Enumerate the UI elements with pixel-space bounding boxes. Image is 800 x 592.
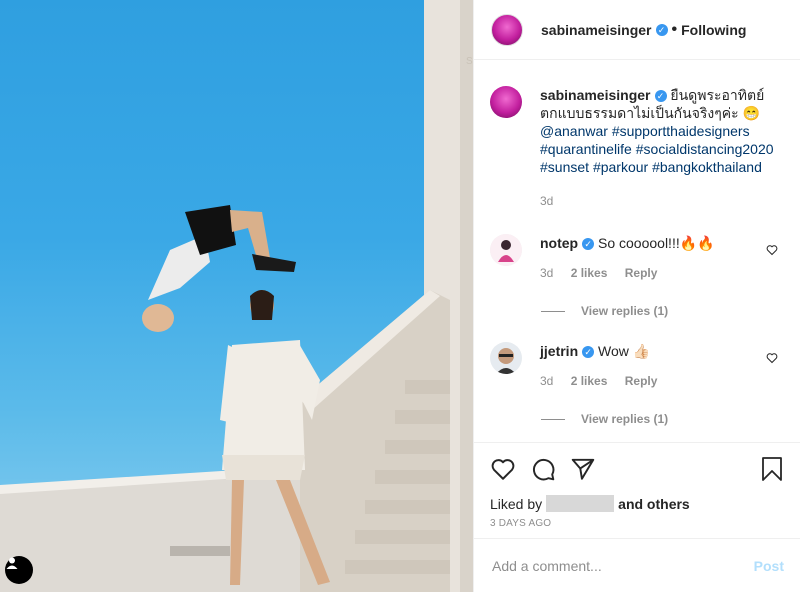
svg-text:S: S	[466, 56, 473, 67]
liked-by-others[interactable]: and others	[618, 496, 690, 512]
caption: sabinameisinger ✓ ยืนดูพระอาทิตย์ตกแบบธรร…	[474, 60, 800, 210]
following-button[interactable]: Following	[681, 22, 746, 38]
verified-badge-icon: ✓	[654, 90, 667, 102]
view-replies-button[interactable]: View replies (1)	[541, 304, 800, 318]
hashtag[interactable]: #sunset	[540, 159, 589, 175]
post-timestamp[interactable]: 3 DAYS AGO	[474, 512, 800, 529]
verified-badge-icon: ✓	[655, 23, 668, 36]
author-avatar[interactable]	[491, 13, 523, 46]
caption-mention[interactable]: @ananwar	[540, 123, 608, 139]
add-comment-bar: Post	[474, 538, 800, 592]
bookmark-icon[interactable]	[760, 456, 784, 482]
post-photo[interactable]: S	[0, 0, 473, 592]
comment-likes[interactable]: 2 likes	[571, 266, 608, 280]
comment-age[interactable]: 3d	[540, 266, 553, 280]
post-side-panel: sabinameisinger ✓ • Following sabinameis…	[473, 0, 800, 592]
comment-text: So coooool!!!🔥🔥	[598, 235, 715, 251]
caption-avatar[interactable]	[490, 86, 522, 118]
commenter-avatar[interactable]	[490, 234, 522, 266]
caption-age[interactable]: 3d	[540, 192, 780, 210]
caption-username[interactable]: sabinameisinger	[540, 87, 651, 103]
post-actions: Liked by and others 3 DAYS AGO Post	[474, 442, 800, 592]
hashtag[interactable]: #bangkokthailand	[652, 159, 762, 175]
hashtag[interactable]: #parkour	[593, 159, 648, 175]
photo-illustration: S	[0, 0, 473, 592]
hashtag[interactable]: #socialdistancing2020	[636, 141, 774, 157]
replies-divider	[541, 310, 565, 312]
comment-icon[interactable]	[530, 456, 556, 482]
view-replies-label: View replies (1)	[581, 412, 669, 426]
hashtag[interactable]: #quarantinelife	[540, 141, 632, 157]
commenter-username[interactable]: notep	[540, 235, 578, 251]
like-comment-heart-icon[interactable]	[766, 352, 778, 364]
liked-by-user-redacted[interactable]	[546, 495, 615, 512]
comment-text: Wow 👍🏻	[598, 343, 651, 359]
header-separator: •	[671, 20, 678, 38]
comment-age[interactable]: 3d	[540, 374, 553, 388]
comment: notep ✓ So coooool!!!🔥🔥 3d 2 likes Reply	[474, 234, 800, 282]
author-username[interactable]: sabinameisinger	[541, 22, 652, 38]
post-comment-button[interactable]: Post	[754, 558, 784, 574]
comment: jjetrin ✓ Wow 👍🏻 3d 2 likes Reply	[474, 342, 800, 390]
view-replies-button[interactable]: View replies (1)	[541, 412, 800, 426]
verified-badge-icon: ✓	[582, 346, 595, 358]
user-tag-icon[interactable]	[5, 556, 33, 584]
comment-likes[interactable]: 2 likes	[571, 374, 608, 388]
share-icon[interactable]	[570, 456, 596, 482]
hashtag[interactable]: #supportthaidesigners	[612, 123, 750, 139]
post-header: sabinameisinger ✓ • Following	[474, 0, 800, 60]
verified-badge-icon: ✓	[582, 238, 595, 250]
liked-by-prefix: Liked by	[490, 495, 543, 512]
reply-button[interactable]: Reply	[625, 374, 658, 388]
commenter-avatar[interactable]	[490, 342, 522, 374]
reply-button[interactable]: Reply	[625, 266, 658, 280]
liked-by: Liked by and others	[474, 495, 800, 512]
add-comment-input[interactable]	[490, 556, 754, 575]
commenter-username[interactable]: jjetrin	[540, 343, 578, 359]
replies-divider	[541, 418, 565, 420]
comments-list[interactable]: sabinameisinger ✓ ยืนดูพระอาทิตย์ตกแบบธรร…	[474, 60, 800, 442]
view-replies-label: View replies (1)	[581, 304, 669, 318]
like-heart-icon[interactable]	[490, 456, 516, 482]
like-comment-heart-icon[interactable]	[766, 244, 778, 256]
